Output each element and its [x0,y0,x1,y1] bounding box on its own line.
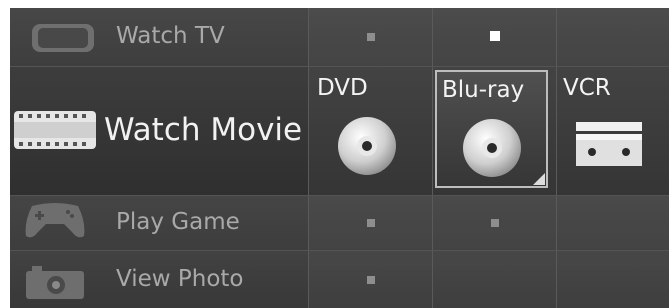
option-label-vcr: VCR [563,75,611,101]
watch-tv-option-cell[interactable] [432,8,557,66]
option-dot [367,219,375,227]
option-dvd[interactable]: DVD [308,67,433,195]
resize-corner-icon [533,173,545,185]
gamepad-icon [25,203,85,238]
play-game-option-cell[interactable] [308,196,433,250]
option-label-dvd: DVD [317,75,368,101]
menu-row-watch-movie[interactable]: Watch Movie DVD VCR Blu-ray [10,67,669,196]
option-dot-active [490,31,500,41]
option-dot [367,33,375,41]
film-icon [14,111,96,149]
menu-row-view-photo[interactable]: View Photo [10,251,669,308]
play-game-option-cell[interactable] [556,196,669,250]
camera-icon [26,266,84,299]
menu-label-watch-movie: Watch Movie [104,112,303,148]
option-vcr[interactable]: VCR [556,67,669,195]
menu-row-watch-tv[interactable]: Watch TV [10,8,669,67]
option-dot [367,276,375,284]
disc-icon [338,117,396,175]
option-dot [491,219,499,227]
menu-label-view-photo: View Photo [116,266,244,292]
view-photo-option-cell[interactable] [308,251,433,308]
disc-icon [463,119,521,177]
media-menu: Watch TV Watch Movie DVD VCR Blu-ray Pla… [10,8,669,308]
tv-icon [32,24,94,52]
selected-option-highlight[interactable]: Blu-ray [435,70,548,188]
watch-tv-option-cell[interactable] [308,8,433,66]
view-photo-option-cell[interactable] [556,251,669,308]
option-label-blu-ray: Blu-ray [442,77,525,103]
menu-row-play-game[interactable]: Play Game [10,196,669,251]
menu-label-play-game: Play Game [116,209,240,235]
vcr-icon [576,122,642,166]
play-game-option-cell[interactable] [432,196,557,250]
menu-label-watch-tv: Watch TV [116,23,225,49]
view-photo-option-cell[interactable] [432,251,557,308]
watch-tv-option-cell[interactable] [556,8,669,66]
